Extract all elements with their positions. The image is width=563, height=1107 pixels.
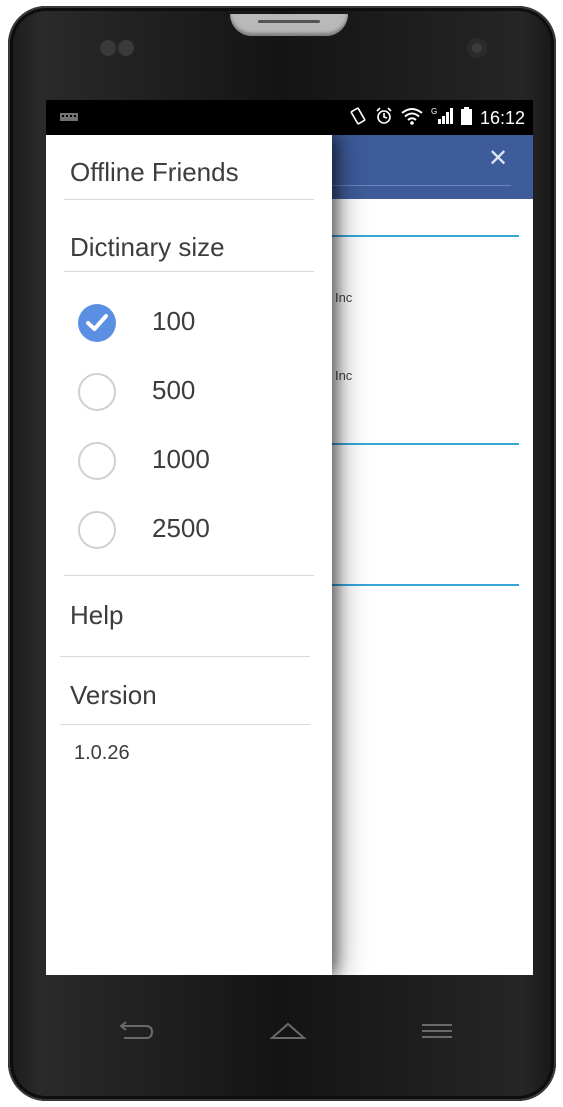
- phone-screen: G 16:12 ✕ ust Inc ust Inc Offline Friend…: [46, 100, 533, 975]
- option-label: 2500: [152, 513, 210, 543]
- back-icon[interactable]: [116, 1018, 156, 1044]
- divider: [60, 656, 310, 657]
- divider: [60, 724, 310, 725]
- help-item[interactable]: Help: [70, 600, 123, 631]
- divider: [64, 271, 314, 272]
- home-icon[interactable]: [268, 1018, 308, 1044]
- version-value: 1.0.26: [74, 742, 130, 764]
- navigation-drawer: Offline Friends Dictinary size 100 500 1…: [46, 135, 332, 975]
- divider: [64, 575, 314, 576]
- signal-icon: G: [431, 107, 453, 129]
- dictionary-option-500[interactable]: 500: [78, 373, 318, 417]
- dictionary-option-100[interactable]: 100: [78, 304, 318, 348]
- divider: [64, 199, 314, 200]
- dictionary-size-heading: Dictinary size: [70, 232, 225, 262]
- front-camera: [467, 38, 487, 58]
- battery-icon: [460, 107, 472, 129]
- proximity-sensor: [100, 40, 138, 56]
- status-icons: G 16:12: [349, 107, 525, 129]
- menu-icon[interactable]: [418, 1018, 458, 1044]
- offline-friends-item[interactable]: Offline Friends: [70, 157, 239, 188]
- keyboard-icon: [60, 113, 78, 121]
- version-label: Version: [70, 680, 157, 710]
- radio-unchecked-icon[interactable]: [78, 511, 116, 549]
- option-label: 500: [152, 375, 196, 405]
- earpiece-grille: [258, 20, 320, 23]
- earpiece: [230, 14, 348, 36]
- radio-unchecked-icon[interactable]: [78, 373, 116, 411]
- close-icon[interactable]: ✕: [487, 147, 509, 171]
- wifi-icon: [401, 107, 423, 129]
- vibrate-icon: [349, 107, 367, 129]
- status-time: 16:12: [479, 108, 525, 128]
- radio-checked-icon[interactable]: [78, 304, 116, 342]
- dictionary-option-2500[interactable]: 2500: [78, 511, 318, 555]
- radio-unchecked-icon[interactable]: [78, 442, 116, 480]
- status-bar: G 16:12: [46, 100, 533, 135]
- svg-text:G: G: [431, 107, 437, 116]
- alarm-icon: [375, 107, 393, 129]
- option-label: 100: [152, 306, 196, 336]
- dictionary-option-1000[interactable]: 1000: [78, 442, 318, 486]
- option-label: 1000: [152, 444, 210, 474]
